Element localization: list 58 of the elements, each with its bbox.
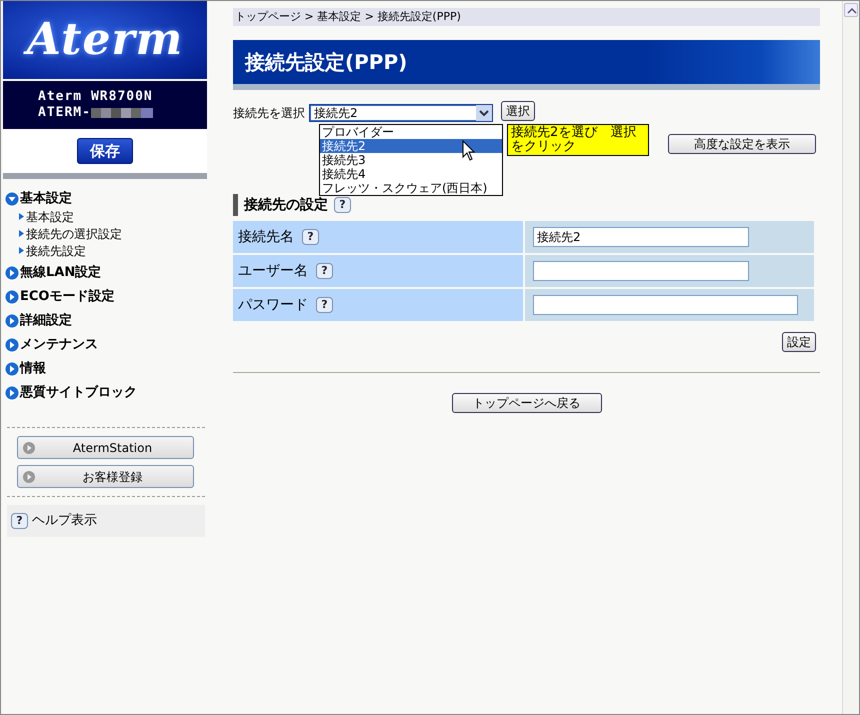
expand-right-icon xyxy=(5,386,19,400)
set-button[interactable]: 設定 xyxy=(782,332,816,352)
nav-item[interactable]: 悪質サイトブロック xyxy=(5,381,211,405)
help-icon[interactable]: ? xyxy=(334,197,351,213)
nav-subitem[interactable]: 接続先の選択設定 xyxy=(5,225,211,242)
save-button[interactable]: 保存 xyxy=(77,138,133,164)
play-icon xyxy=(22,440,36,454)
advanced-settings-button[interactable]: 高度な設定を表示 xyxy=(668,134,816,154)
select-label: 接続先を選択 xyxy=(233,105,305,122)
back-to-top-button[interactable]: トップページへ戻る xyxy=(452,393,602,413)
play-icon xyxy=(22,470,36,484)
section-title: 接続先の設定 xyxy=(244,196,328,214)
help-label: ヘルプ表示 xyxy=(32,512,97,530)
nav-subitem[interactable]: 接続先設定 xyxy=(5,242,211,259)
help-icon[interactable]: ? xyxy=(316,297,333,313)
nav-item[interactable]: 無線LAN設定 xyxy=(5,261,211,285)
scroll-up-icon[interactable] xyxy=(844,3,858,17)
input-field[interactable] xyxy=(533,261,749,281)
link-button[interactable]: AtermStation xyxy=(17,436,194,459)
bullet-arrow-icon xyxy=(19,230,24,237)
mouse-cursor-icon xyxy=(462,140,476,162)
dropdown-option[interactable]: 接続先3 xyxy=(320,153,502,167)
input-field[interactable] xyxy=(533,295,798,315)
model-name: Aterm WR8700N xyxy=(38,89,154,105)
expand-right-icon xyxy=(5,290,19,304)
expand-down-icon xyxy=(5,192,19,206)
expand-right-icon xyxy=(5,266,19,280)
expand-right-icon xyxy=(5,314,19,328)
select-button[interactable]: 選択 xyxy=(501,101,535,121)
field-label: 接続先名 xyxy=(238,228,294,246)
help-icon: ? xyxy=(11,513,28,529)
tooltip: 接続先2を選び 選択をクリック xyxy=(507,124,649,156)
input-field[interactable]: 接続先2 xyxy=(533,227,749,247)
redacted-block xyxy=(90,107,155,119)
nav-item[interactable]: 詳細設定 xyxy=(5,309,211,333)
field-label: ユーザー名 xyxy=(238,262,308,280)
connection-select[interactable]: 接続先2 xyxy=(309,104,493,122)
nav-item[interactable]: 情報 xyxy=(5,357,211,381)
dropdown-option[interactable]: 接続先2 xyxy=(320,139,502,153)
dropdown-option[interactable]: プロバイダー xyxy=(320,125,502,139)
help-link[interactable]: ? ヘルプ表示 xyxy=(7,505,205,537)
nav-item[interactable]: ECOモード設定 xyxy=(5,285,211,309)
link-button[interactable]: お客様登録 xyxy=(17,465,194,488)
help-icon[interactable]: ? xyxy=(302,229,319,245)
expand-right-icon xyxy=(5,362,19,376)
expand-right-icon xyxy=(5,338,19,352)
bullet-arrow-icon xyxy=(19,247,24,254)
device-name: ATERM- xyxy=(38,105,91,121)
page-title: 接続先設定(PPP) xyxy=(233,40,820,90)
nav-item[interactable]: メンテナンス xyxy=(5,333,211,357)
dropdown-option[interactable]: フレッツ・スクウェア(西日本) xyxy=(320,181,502,195)
bullet-arrow-icon xyxy=(19,213,24,220)
help-icon[interactable]: ? xyxy=(316,263,333,279)
breadcrumb: トップページ > 基本設定 > 接続先設定(PPP) xyxy=(233,8,820,26)
dropdown-option[interactable]: 接続先4 xyxy=(320,167,502,181)
nav-item[interactable]: 基本設定 xyxy=(5,187,211,211)
nav-subitem[interactable]: 基本設定 xyxy=(5,208,211,225)
field-label: パスワード xyxy=(238,296,308,314)
